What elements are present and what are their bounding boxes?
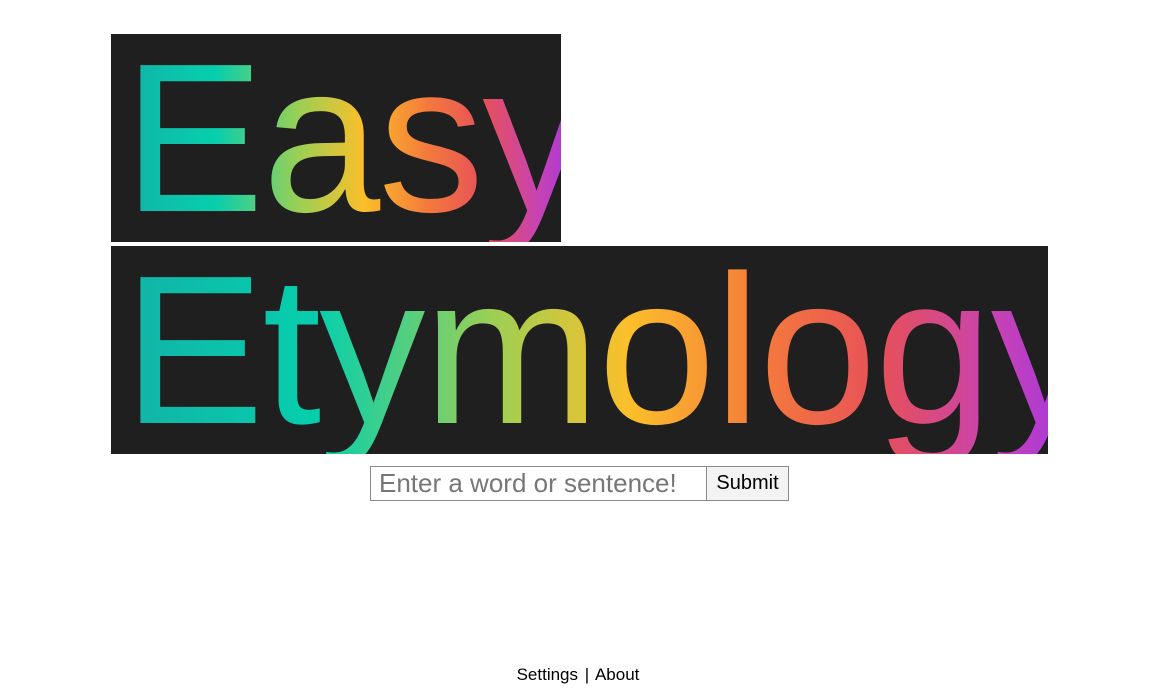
footer-separator: | [584,665,590,684]
logo-etymology-text: Etymology [123,246,1048,454]
footer: Settings | About [0,665,1156,685]
submit-button[interactable]: Submit [707,466,789,501]
about-link[interactable]: About [595,665,639,684]
logo-easy-banner: Easy [111,34,561,242]
search-form: Submit [370,466,789,501]
settings-link[interactable]: Settings [517,665,578,684]
logo-easy-text: Easy [123,34,561,242]
logo-etymology-banner: Etymology [111,246,1048,454]
search-input[interactable] [370,466,707,501]
page: Easy Etymology Submit Settings | About [0,0,1156,688]
